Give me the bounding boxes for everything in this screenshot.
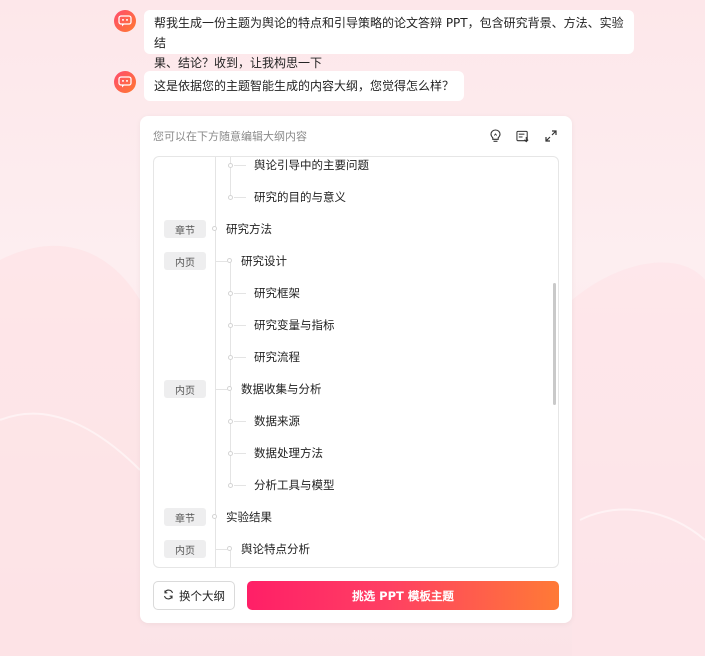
outline-item-label[interactable]: 分析工具与模型 <box>254 477 335 493</box>
tag-page: 内页 <box>164 540 206 558</box>
tree-connector <box>215 389 227 390</box>
change-outline-label: 换个大纲 <box>179 588 225 603</box>
tag-page: 内页 <box>164 252 206 270</box>
tree-connector <box>234 293 246 294</box>
tag-page: 内页 <box>164 380 206 398</box>
tree-node-dot <box>228 451 233 456</box>
outline-hint: 您可以在下方随意编辑大纲内容 <box>153 130 307 143</box>
tree-node-dot <box>228 355 233 360</box>
outline-toolbar <box>488 129 558 143</box>
tree-node-dot <box>227 386 232 391</box>
tag-chapter: 章节 <box>164 508 206 526</box>
message-bubble: 这是依据您的主题智能生成的内容大纲，您觉得怎么样？ <box>144 71 465 101</box>
tree-connector <box>234 357 246 358</box>
assistant-message-1: 帮我生成一份主题为舆论的特点和引导策略的论文答辩 PPT，包含研究背景、方法、实… <box>114 10 634 70</box>
outline-tree[interactable]: 舆论引导中的主要问题 研究的目的与意义 章节 研究方法 内页 研究设计 研究框架… <box>153 156 559 568</box>
tree-connector <box>234 197 246 198</box>
tree-connector <box>234 325 246 326</box>
outline-item-label[interactable]: 研究框架 <box>254 285 300 301</box>
refresh-icon <box>163 589 174 603</box>
change-outline-button[interactable]: 换个大纲 <box>153 581 235 610</box>
tree-node-dot <box>228 323 233 328</box>
tree-connector <box>234 453 246 454</box>
tree-connector <box>215 261 227 262</box>
outline-item-label[interactable]: 研究变量与指标 <box>254 317 335 333</box>
outline-scrollbar[interactable] <box>553 283 556 405</box>
tree-node-dot <box>227 258 232 263</box>
tree-node-dot <box>228 163 233 168</box>
tag-chapter: 章节 <box>164 220 206 238</box>
outline-item-label[interactable]: 研究流程 <box>254 349 300 365</box>
outline-item-label[interactable]: 实验结果 <box>226 509 272 525</box>
tree-connector <box>234 421 246 422</box>
assistant-avatar-icon <box>114 10 136 32</box>
outline-item-label[interactable]: 研究的目的与意义 <box>254 189 346 205</box>
tree-node-dot <box>228 195 233 200</box>
assistant-avatar-icon <box>114 71 136 93</box>
tree-connector <box>234 165 246 166</box>
outline-item-label[interactable]: 数据处理方法 <box>254 445 323 461</box>
outline-item-label[interactable]: 数据来源 <box>254 413 300 429</box>
message-bubble: 帮我生成一份主题为舆论的特点和引导策略的论文答辩 PPT，包含研究背景、方法、实… <box>144 10 634 70</box>
tree-node-dot <box>227 546 232 551</box>
tree-line-level1 <box>215 157 216 567</box>
assistant-message-2: 这是依据您的主题智能生成的内容大纲，您觉得怎么样？ <box>114 71 465 101</box>
tree-connector <box>215 549 227 550</box>
choose-ppt-template-button[interactable]: 挑选 PPT 模板主题 <box>247 581 559 610</box>
message-text-line-1: 帮我生成一份主题为舆论的特点和引导策略的论文答辩 PPT，包含研究背景、方法、实… <box>154 16 624 50</box>
tree-connector <box>234 485 246 486</box>
document-export-icon[interactable] <box>516 129 530 143</box>
message-text-line-2: 果、结论？收到，让我构思一下 <box>154 56 323 70</box>
outline-item-label[interactable]: 舆论引导中的主要问题 <box>254 157 369 173</box>
outline-item-label[interactable]: 舆论特点分析 <box>241 541 310 557</box>
outline-card-header: 您可以在下方随意编辑大纲内容 <box>153 126 558 146</box>
outline-card: 您可以在下方随意编辑大纲内容 舆论引导中的主要问题 研究的目的与意义 章节 研究… <box>140 116 572 623</box>
tree-node-dot <box>212 226 217 231</box>
tree-node-dot <box>228 483 233 488</box>
expand-icon[interactable] <box>544 129 558 143</box>
lightbulb-icon[interactable] <box>488 129 502 143</box>
tree-node-dot <box>212 514 217 519</box>
tree-line-level2-c <box>230 549 231 567</box>
tree-node-dot <box>228 419 233 424</box>
outline-item-label[interactable]: 数据收集与分析 <box>241 381 322 397</box>
outline-item-label[interactable]: 研究设计 <box>241 253 287 269</box>
outline-item-label[interactable]: 研究方法 <box>226 221 272 237</box>
tree-node-dot <box>228 291 233 296</box>
